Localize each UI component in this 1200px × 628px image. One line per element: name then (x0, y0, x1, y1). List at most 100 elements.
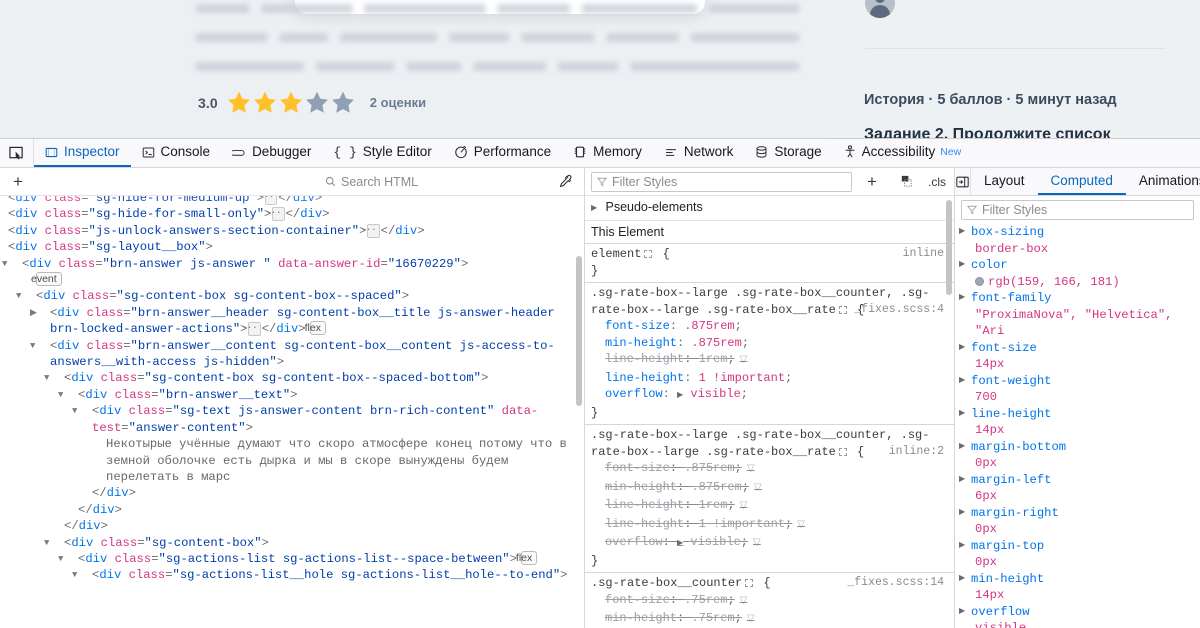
twisty-open-icon[interactable]: ▼ (72, 567, 92, 583)
twisty-closed-icon[interactable]: ▶ (30, 305, 50, 321)
chevron-right-icon[interactable]: ▶ (677, 539, 683, 548)
twisty-open-icon[interactable]: ▼ (30, 338, 50, 354)
css-property[interactable]: font-size (591, 319, 670, 333)
css-value[interactable]: .875rem (691, 480, 741, 494)
css-rule[interactable]: .sg-rate-box--large .sg-rate-box__counte… (585, 425, 954, 573)
tab-layout[interactable]: Layout (971, 168, 1038, 195)
css-selector[interactable]: .sg-rate-box--large .sg-rate-box__counte… (591, 285, 948, 318)
css-value[interactable]: .875rem (684, 319, 734, 333)
css-declaration[interactable]: overflow: ▶ visible; ▽ (591, 534, 948, 553)
css-selector[interactable]: .sg-rate-box--large .sg-rate-box__counte… (591, 427, 948, 460)
color-swatch[interactable] (975, 276, 984, 286)
panel-expand-icon[interactable] (955, 168, 971, 195)
html-tree-scrollbar[interactable] (576, 256, 582, 406)
collapsed-children-icon[interactable]: ··· (360, 223, 380, 238)
dom-node[interactable]: ▼ <div class="sg-content-box"> (0, 535, 584, 551)
chevron-right-icon[interactable]: ▶ (959, 472, 968, 489)
computed-filter-input[interactable]: Filter Styles (961, 200, 1194, 220)
computed-property-name[interactable]: ▶ margin-right (955, 505, 1200, 522)
tab-animations[interactable]: Animations (1126, 168, 1200, 195)
dom-node[interactable]: ▼ <div class="brn-answer js-answer " data… (0, 256, 584, 272)
filter-icon[interactable]: ▽ (797, 520, 805, 531)
chevron-right-icon[interactable]: ▶ (959, 373, 968, 390)
computed-property-name[interactable]: ▶ font-weight (955, 373, 1200, 390)
collapsed-children-icon[interactable]: ··· (241, 322, 261, 337)
css-declaration[interactable]: font-size: .75rem; ▽ (591, 592, 948, 611)
twisty-open-icon[interactable]: ▼ (2, 256, 22, 272)
collapsed-children-icon[interactable]: ··· (258, 196, 278, 205)
chevron-right-icon[interactable]: ▶ (959, 290, 968, 307)
rating-stars[interactable] (226, 90, 356, 115)
tab-style-editor[interactable]: { } Style Editor (322, 139, 442, 167)
selector-highlight-icon[interactable] (644, 250, 653, 258)
dom-node[interactable]: ▶<div class="sg-hide-for-medium-up">···<… (0, 196, 584, 206)
computed-property-name[interactable]: ▶ box-sizing (955, 224, 1200, 241)
tab-debugger[interactable]: Debugger (221, 139, 322, 167)
computed-property-name[interactable]: ▶ margin-top (955, 538, 1200, 555)
css-selector[interactable]: .sg-rate-box__counter {_fixes.scss:14 (591, 575, 948, 592)
computed-property-name[interactable]: ▶ overflow (955, 604, 1200, 621)
selector-highlight-icon[interactable] (838, 305, 847, 314)
css-property[interactable]: line-height (591, 498, 684, 512)
css-source[interactable]: inline:2 (889, 444, 944, 461)
computed-property-name[interactable]: ▶ color (955, 257, 1200, 274)
computed-property-name[interactable]: ▶ font-family (955, 290, 1200, 307)
avatar[interactable] (865, 0, 895, 18)
css-declaration[interactable]: overflow: ▶ visible; (591, 386, 948, 405)
selector-highlight-icon[interactable] (745, 579, 754, 587)
element-picker-icon[interactable] (0, 139, 34, 167)
chevron-right-icon[interactable]: ▶ (959, 439, 968, 456)
css-selector[interactable]: element {inline (591, 246, 948, 263)
css-source[interactable]: _fixes.scss:14 (847, 575, 944, 592)
layout-badge[interactable]: flex (516, 550, 538, 565)
css-value[interactable]: .875rem (684, 461, 734, 475)
tab-network[interactable]: Network (653, 139, 745, 167)
css-property[interactable]: font-size (591, 461, 670, 475)
dom-node[interactable]: ▶<div class="sg-hide-for-small-only">···… (0, 206, 584, 222)
css-value[interactable]: 1rem (699, 498, 728, 512)
css-rule[interactable]: .sg-rate-box--large .sg-rate-box__counte… (585, 283, 954, 425)
css-value[interactable]: .75rem (691, 611, 734, 625)
pseudo-elements-row[interactable]: ▶ Pseudo-elements (585, 196, 954, 221)
tab-memory[interactable]: Memory (562, 139, 653, 167)
filter-styles-input[interactable]: Filter Styles (591, 171, 852, 192)
tab-accessibility[interactable]: Accessibility New (833, 139, 973, 167)
css-rule[interactable]: .sg-rate-box__counter {_fixes.scss:14 fon… (585, 573, 954, 628)
css-property[interactable]: min-height (591, 336, 677, 350)
print-styles-icon[interactable] (892, 170, 920, 194)
css-value[interactable]: .75rem (684, 593, 727, 607)
dom-node[interactable]: ▼ <div class="sg-content-box sg-content-b… (0, 288, 584, 304)
css-declaration[interactable]: min-height: .75rem; ▽ (591, 610, 948, 628)
computed-property-name[interactable]: ▶ font-size (955, 340, 1200, 357)
computed-property-name[interactable]: ▶ line-height (955, 406, 1200, 423)
chevron-right-icon[interactable]: ▶ (959, 224, 968, 241)
dom-node[interactable]: ▼ <div class="sg-content-box sg-content-b… (0, 370, 584, 386)
chevron-right-icon[interactable]: ▶ (959, 604, 968, 621)
chevron-right-icon[interactable]: ▶ (959, 538, 968, 555)
dom-node[interactable]: •</div> (0, 502, 584, 518)
css-declaration[interactable]: min-height: .875rem; ▽ (591, 479, 948, 498)
tab-inspector[interactable]: Inspector (34, 139, 131, 167)
css-value[interactable]: 1 !important (699, 517, 785, 531)
dom-node[interactable]: •Некотырые учённые думают что скоро атмо… (0, 436, 584, 485)
twisty-closed-icon[interactable]: ▶ (0, 223, 8, 239)
dom-node[interactable]: ▶<div class="js-unlock-answers-section-c… (0, 223, 584, 239)
chevron-right-icon[interactable]: ▶ (959, 340, 968, 357)
dom-node[interactable]: ▶ <div class="brn-answer__header sg-conte… (0, 305, 584, 338)
tab-performance[interactable]: Performance (443, 139, 562, 167)
add-node-button[interactable]: + (4, 170, 32, 194)
css-property[interactable]: line-height (591, 352, 684, 366)
html-dom-tree[interactable]: ▶<div class="sg-hide-for-medium-up">···<… (0, 196, 584, 628)
eyedropper-icon[interactable] (550, 170, 580, 194)
css-rule[interactable]: element {inline} (585, 244, 954, 283)
filter-icon[interactable]: ▽ (747, 464, 755, 475)
chevron-right-icon[interactable]: ▶ (959, 406, 968, 423)
dom-node[interactable]: ▼ <div class="sg-text js-answer-content b… (0, 403, 584, 436)
css-value[interactable]: visible (690, 387, 740, 401)
twisty-closed-icon[interactable]: ▶ (0, 196, 8, 206)
chevron-right-icon[interactable]: ▶ (959, 257, 968, 274)
css-declaration[interactable]: line-height: 1rem; ▽ (591, 497, 948, 516)
chevron-right-icon[interactable]: ▶ (677, 391, 683, 400)
twisty-open-icon[interactable]: ▼ (58, 551, 78, 567)
collapsed-children-icon[interactable]: ··· (265, 207, 285, 222)
